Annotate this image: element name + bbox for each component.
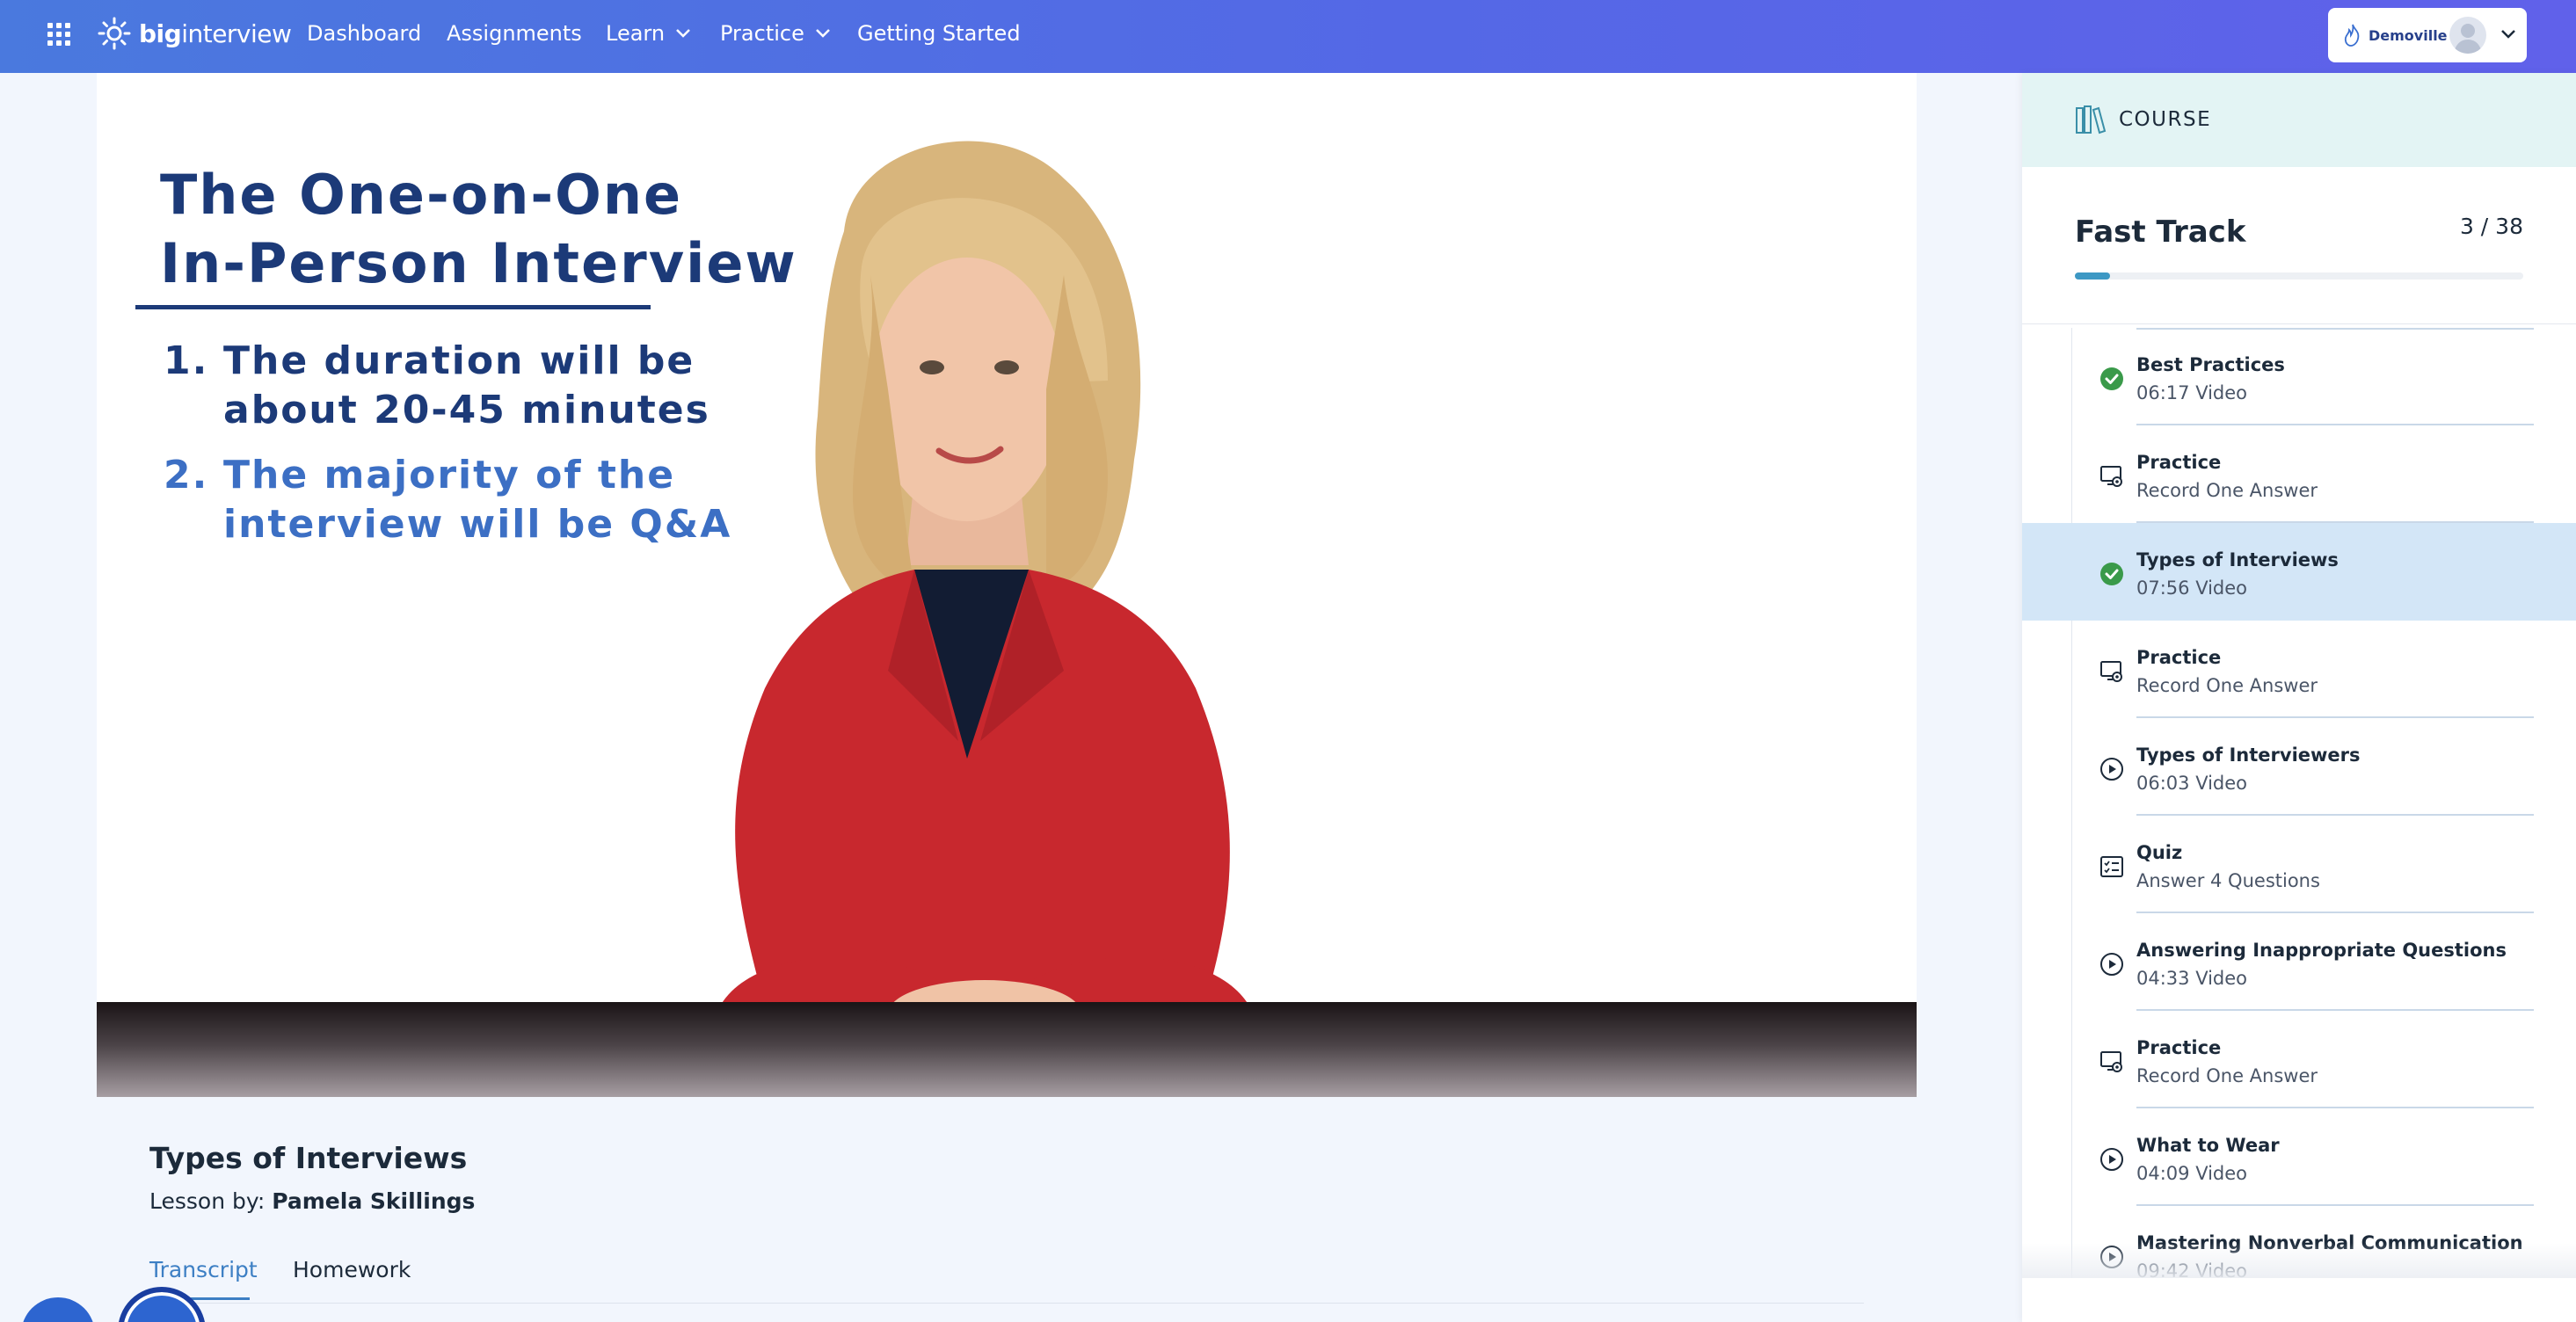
chevron-down-icon: [815, 29, 830, 38]
lesson-title: Types of Interviews: [149, 1141, 468, 1175]
account-menu-button[interactable]: Demoville: [2328, 8, 2527, 62]
top-navigation-bar: biginterview Dashboard Assignments Learn…: [0, 0, 2576, 73]
books-icon: [2076, 105, 2107, 134]
lesson-item-title: Quiz: [2136, 842, 2183, 863]
tab-transcript[interactable]: Transcript: [149, 1257, 258, 1282]
lesson-item[interactable]: Quiz Answer 4 Questions: [2022, 816, 2576, 913]
nav-practice-label: Practice: [720, 21, 804, 46]
lesson-item-meta: Answer 4 Questions: [2136, 870, 2320, 891]
presenter-image: [721, 141, 1248, 1047]
lesson-item-title: Best Practices: [2136, 354, 2285, 375]
lesson-item-meta: 04:33 Video: [2136, 968, 2248, 989]
lesson-item-meta: 07:56 Video: [2136, 577, 2248, 599]
course-progress-bar: [2075, 272, 2523, 280]
lesson-item-meta: 06:03 Video: [2136, 773, 2248, 794]
nav-learn-menu[interactable]: Learn: [606, 21, 691, 46]
apps-grid-icon[interactable]: [47, 23, 70, 46]
sun-logo-icon: [98, 17, 131, 50]
course-lesson-list[interactable]: Best Practices 06:17 Video Practice Record …: [2022, 328, 2576, 1278]
course-header-label: COURSE: [2119, 108, 2212, 131]
practice-monitor-icon: [2099, 659, 2124, 684]
lesson-item[interactable]: Types of Interviewers 06:03 Video: [2022, 718, 2576, 816]
flame-logo-icon: [2344, 24, 2360, 47]
feedback-button[interactable]: [21, 1297, 95, 1322]
lesson-item[interactable]: What to Wear 04:09 Video: [2022, 1108, 2576, 1206]
play-circle-icon: [2099, 757, 2124, 781]
lesson-item-title: What to Wear: [2136, 1135, 2280, 1156]
lesson-item-title: Answering Inappropriate Questions: [2136, 940, 2507, 961]
chevron-down-icon: [676, 29, 690, 38]
nav-learn-label: Learn: [606, 21, 666, 46]
lesson-item[interactable]: Practice Record One Answer: [2022, 425, 2576, 523]
play-circle-icon: [2099, 1147, 2124, 1172]
check-circle-icon: [2099, 367, 2124, 391]
lesson-item-title: Types of Interviewers: [2136, 745, 2361, 766]
nav-getting-started-link[interactable]: Getting Started: [857, 21, 1021, 46]
nav-assignments-link[interactable]: Assignments: [447, 21, 582, 46]
lesson-item-title: Types of Interviews: [2136, 549, 2339, 570]
lesson-item[interactable]: Answering Inappropriate Questions 04:33 V…: [2022, 913, 2576, 1011]
course-sidebar: COURSE Fast Track 3 / 38 Best Practices 0…: [2022, 73, 2576, 1322]
lesson-item-meta: Record One Answer: [2136, 675, 2318, 696]
avatar: [2449, 17, 2486, 54]
practice-monitor-icon: [2099, 464, 2124, 489]
chevron-down-icon: [2501, 30, 2515, 39]
quiz-checklist-icon: [2099, 854, 2124, 879]
course-title: Fast Track: [2075, 214, 2246, 250]
lesson-item-meta: Record One Answer: [2136, 480, 2318, 501]
account-name: Demoville: [2369, 26, 2448, 44]
play-circle-icon: [2099, 952, 2124, 977]
brand-logo[interactable]: biginterview: [97, 16, 292, 51]
lesson-item-meta: 06:17 Video: [2136, 382, 2248, 403]
lesson-author: Lesson by: Pamela Skillings: [149, 1188, 476, 1214]
course-progress-fill: [2075, 272, 2111, 280]
lesson-item-meta: 04:09 Video: [2136, 1163, 2248, 1184]
scroll-fade: [2022, 1243, 2576, 1278]
lesson-video-player[interactable]: The One-on-One In-Person Interview 1. The…: [97, 73, 1917, 1097]
lesson-item-meta: Record One Answer: [2136, 1065, 2318, 1086]
practice-monitor-icon: [2099, 1050, 2124, 1074]
tabs-divider: [149, 1303, 1864, 1304]
check-circle-icon: [2099, 562, 2124, 586]
lesson-item-title: Practice: [2136, 647, 2222, 668]
accessibility-button[interactable]: [118, 1287, 206, 1322]
course-header: COURSE: [2022, 73, 2576, 167]
lesson-item[interactable]: Practice Record One Answer: [2022, 1011, 2576, 1108]
course-position: 3 / 38: [2459, 214, 2523, 239]
lesson-item[interactable]: Types of Interviews 07:56 Video: [2022, 523, 2576, 621]
desk-surface: [97, 1002, 1917, 1097]
brand-name: biginterview: [139, 18, 292, 48]
lesson-item-title: Practice: [2136, 452, 2222, 473]
sidebar-divider: [2022, 323, 2576, 324]
lesson-item[interactable]: Practice Record One Answer: [2022, 621, 2576, 718]
nav-dashboard-link[interactable]: Dashboard: [307, 21, 421, 46]
lesson-item[interactable]: Best Practices 06:17 Video: [2022, 328, 2576, 425]
nav-practice-menu[interactable]: Practice: [720, 21, 831, 46]
lesson-item-title: Practice: [2136, 1037, 2222, 1058]
tab-homework[interactable]: Homework: [293, 1257, 411, 1282]
